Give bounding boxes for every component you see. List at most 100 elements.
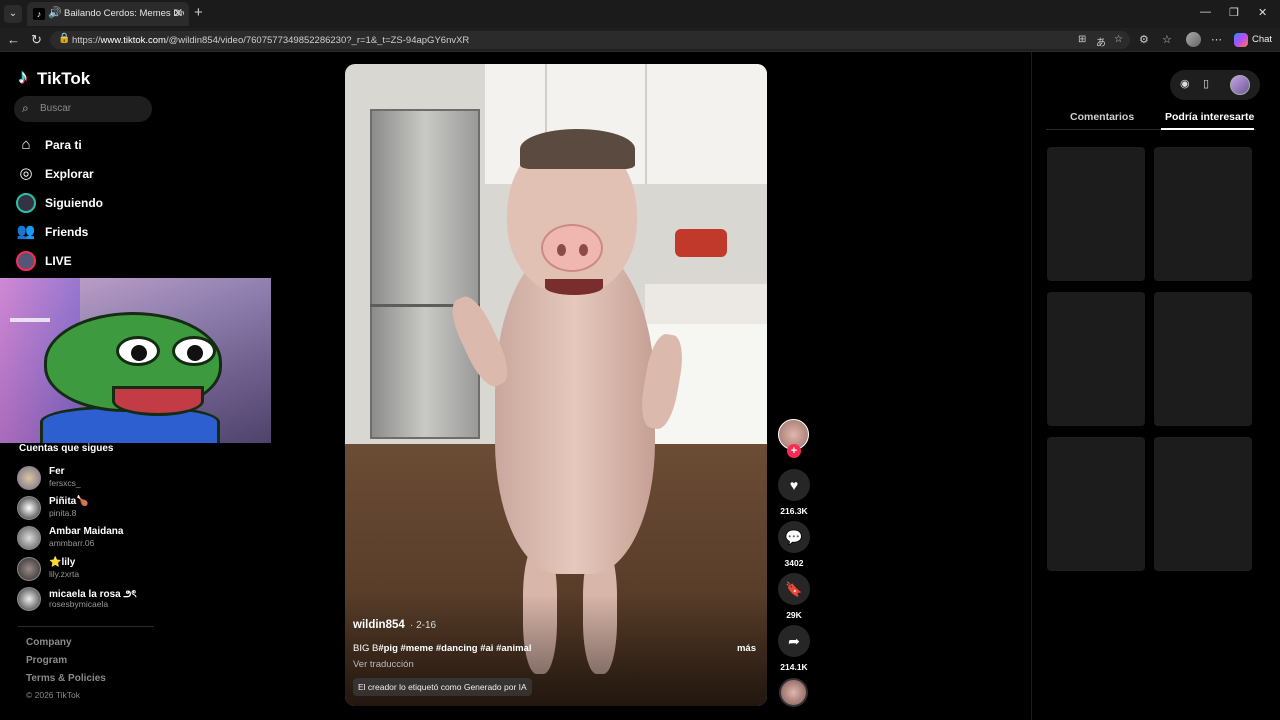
favorites-icon[interactable]: ☆ bbox=[1162, 33, 1172, 46]
minimize-icon[interactable]: — bbox=[1200, 6, 1211, 18]
translate-link[interactable]: Ver traducción bbox=[353, 659, 414, 670]
sidebar-item-label: LIVE bbox=[45, 254, 72, 268]
account-avatar bbox=[17, 557, 41, 581]
footer-link-terms[interactable]: Terms & Policies bbox=[26, 673, 106, 684]
recommended-video-tile[interactable] bbox=[1154, 147, 1252, 281]
window-close-icon[interactable]: ✕ bbox=[1258, 6, 1267, 19]
profile-avatar[interactable] bbox=[1186, 32, 1201, 47]
video-author-name[interactable]: wildin854 bbox=[353, 619, 405, 631]
recommended-video-tile[interactable] bbox=[1047, 147, 1145, 281]
more-options-icon[interactable]: ⋯ bbox=[1211, 33, 1222, 46]
pig-nostril bbox=[579, 244, 588, 256]
account-handle: rosesbymicaela bbox=[49, 599, 109, 609]
followed-account[interactable]: Piñita🍗 pinita.8 bbox=[17, 494, 167, 522]
tab-comentarios[interactable]: Comentarios bbox=[1070, 111, 1134, 123]
url-prefix: https:// bbox=[72, 35, 101, 46]
recommended-video-tile[interactable] bbox=[1047, 437, 1145, 571]
tab-title: Bailando Cerdos: Memes Divertidos bbox=[64, 8, 184, 19]
favorite-star-icon[interactable]: ☆ bbox=[1114, 34, 1123, 45]
tab-actions-menu-button[interactable]: ⌄ bbox=[4, 5, 22, 23]
search-box[interactable]: ⌕ Buscar bbox=[14, 96, 152, 122]
frog-eye-right bbox=[172, 336, 216, 366]
music-disc-icon[interactable] bbox=[779, 678, 808, 707]
followed-account[interactable]: Ambar Maidana ammbarr.06 bbox=[17, 524, 167, 552]
video-player[interactable]: wildin854 · 2-16 BIG B#pig #meme #dancin… bbox=[345, 64, 767, 706]
save-count: 29K bbox=[786, 610, 802, 620]
search-placeholder: Buscar bbox=[40, 103, 72, 114]
browser-tab-active[interactable]: ♪ 🔊 Bailando Cerdos: Memes Divertidos ✕ bbox=[27, 2, 189, 26]
comment-button[interactable]: 💬 bbox=[778, 521, 810, 553]
browser-tab-bar: ⌄ ♪ 🔊 Bailando Cerdos: Memes Divertidos … bbox=[0, 0, 1280, 28]
copilot-chat-button[interactable]: Chat bbox=[1232, 32, 1278, 48]
friends-icon: 👥 bbox=[16, 223, 36, 240]
address-url[interactable]: https://www.tiktok.com/@wildin854/video/… bbox=[72, 35, 469, 46]
following-avatar-icon bbox=[16, 193, 36, 213]
sidebar-item-friends[interactable]: 👥 Friends bbox=[16, 221, 166, 245]
audio-playing-icon[interactable]: 🔊 bbox=[48, 6, 62, 19]
tiktok-favicon-icon: ♪ bbox=[33, 8, 45, 20]
coins-icon[interactable]: ◉ bbox=[1180, 77, 1190, 90]
video-scene-pot bbox=[675, 229, 727, 257]
description-more-link[interactable]: más bbox=[737, 643, 756, 654]
recommended-video-tile[interactable] bbox=[1154, 292, 1252, 426]
translate-icon[interactable]: あ bbox=[1096, 34, 1106, 49]
sidebar-item-label: Friends bbox=[45, 225, 89, 239]
tiktok-note-icon: ♪ bbox=[18, 66, 28, 88]
recommended-video-tile[interactable] bbox=[1154, 437, 1252, 571]
share-button[interactable]: ➦ bbox=[778, 625, 810, 657]
back-icon[interactable]: ← bbox=[7, 32, 20, 47]
video-author[interactable]: wildin854 · 2-16 bbox=[353, 619, 436, 631]
active-tab-indicator bbox=[1161, 128, 1254, 130]
webcam-shelf bbox=[10, 318, 50, 322]
sidebar-item-label: Explorar bbox=[45, 167, 94, 181]
user-avatar[interactable] bbox=[1230, 75, 1250, 95]
restore-icon[interactable]: ❐ bbox=[1229, 6, 1239, 19]
save-button[interactable]: 🔖 bbox=[778, 573, 810, 605]
new-tab-button[interactable]: + bbox=[194, 4, 203, 21]
account-avatar bbox=[17, 466, 41, 490]
account-name: Fer bbox=[49, 466, 65, 477]
account-handle: pinita.8 bbox=[49, 508, 77, 518]
video-desc-text: BIG B bbox=[353, 643, 379, 654]
account-avatar bbox=[17, 496, 41, 520]
webcam-overlay bbox=[0, 278, 271, 443]
followed-account[interactable]: micaela la rosa ౨ৎ rosesbymicaela bbox=[17, 585, 167, 613]
footer-link-company[interactable]: Company bbox=[26, 637, 72, 648]
tab-close-icon[interactable]: ✕ bbox=[173, 6, 183, 20]
sidebar-item-explorar[interactable]: ◎ Explorar bbox=[16, 163, 166, 187]
sidebar-item-label: Siguiendo bbox=[45, 196, 103, 210]
sidebar-item-label: Para ti bbox=[45, 138, 82, 152]
url-host: www.tiktok.com bbox=[100, 35, 166, 46]
account-handle: fersxcs_ bbox=[49, 478, 81, 488]
follow-plus-icon[interactable]: + bbox=[787, 444, 801, 458]
pig-smile bbox=[545, 279, 603, 295]
sidebar-item-para-ti[interactable]: ⌂ Para ti bbox=[16, 134, 166, 158]
home-icon: ⌂ bbox=[21, 136, 31, 153]
site-info-icon[interactable]: 🔒 bbox=[58, 33, 70, 44]
address-bar[interactable]: 🔒 https://www.tiktok.com/@wildin854/vide… bbox=[50, 31, 1130, 49]
followed-account[interactable]: Fer fersxcs_ bbox=[17, 464, 167, 492]
browser-toolbar: ← ↻ 🔒 https://www.tiktok.com/@wildin854/… bbox=[0, 28, 1280, 52]
comment-count: 3402 bbox=[784, 558, 804, 568]
account-handle: ammbarr.06 bbox=[49, 538, 95, 548]
tab-podria-interesarte[interactable]: Podría interesarte bbox=[1165, 111, 1254, 123]
frog-mouth bbox=[112, 386, 204, 416]
recommended-video-tile[interactable] bbox=[1047, 292, 1145, 426]
extensions-icon[interactable]: ⚙ bbox=[1139, 33, 1149, 46]
mobile-app-icon[interactable]: ▯ bbox=[1203, 77, 1209, 90]
video-date: · 2-16 bbox=[409, 620, 437, 631]
like-button[interactable]: ♥ bbox=[778, 469, 810, 501]
video-hashtags[interactable]: #pig #meme #dancing #ai #animal bbox=[378, 643, 531, 654]
video-description: BIG B#pig #meme #dancing #ai #animal bbox=[353, 643, 531, 654]
compass-icon: ◎ bbox=[19, 165, 33, 182]
reload-icon[interactable]: ↻ bbox=[31, 32, 42, 48]
app-available-icon[interactable]: ⊞ bbox=[1078, 34, 1086, 45]
sidebar-item-live[interactable]: LIVE bbox=[16, 250, 166, 274]
ai-generated-label: El creador lo etiquetó como Generado por… bbox=[353, 678, 532, 696]
like-count: 216.3K bbox=[780, 506, 808, 516]
followed-account[interactable]: ⭐lily lily.zxrta bbox=[17, 555, 167, 583]
sidebar-item-siguiendo[interactable]: Siguiendo bbox=[16, 192, 166, 216]
live-avatar-icon bbox=[16, 251, 36, 271]
video-scene-cabinet-line bbox=[645, 64, 647, 184]
footer-link-program[interactable]: Program bbox=[26, 655, 67, 666]
